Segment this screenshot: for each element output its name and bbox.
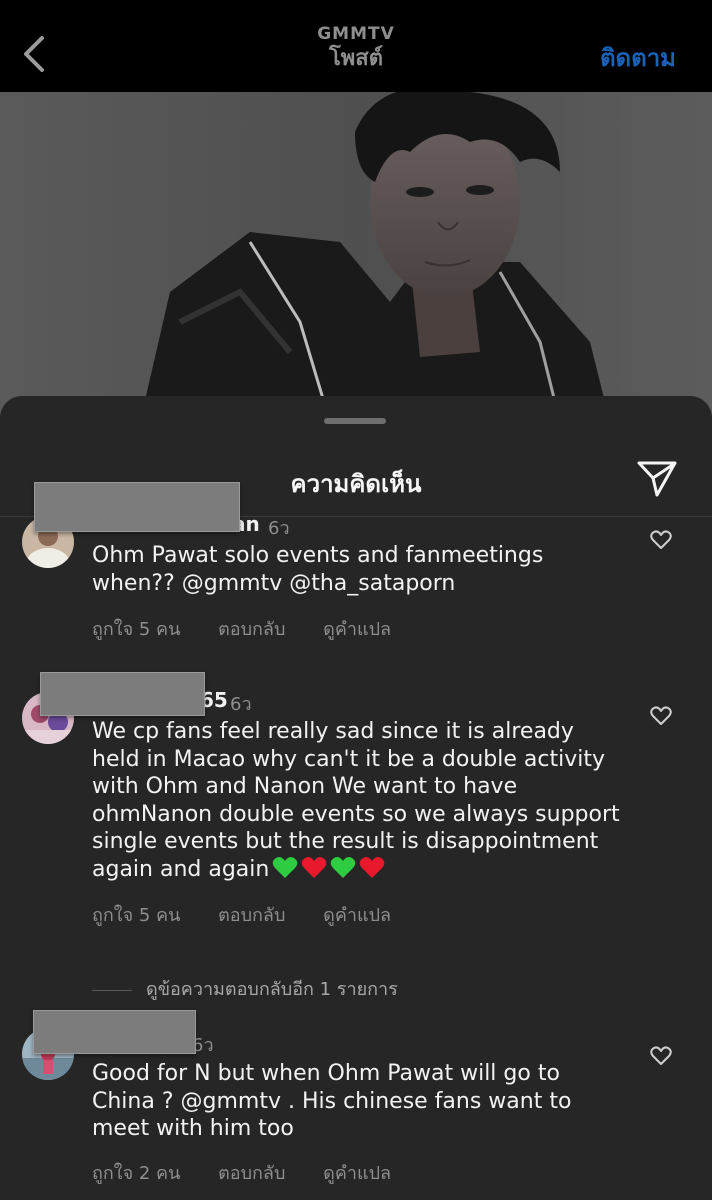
comment-text: Ohm Pawat solo events and fanmeetings wh… <box>92 543 544 596</box>
comment-actions: ถูกใจ 5 คน ตอบกลับ ดูคำแปล <box>92 900 423 929</box>
comment-time: 6ว <box>268 518 290 539</box>
reply-button[interactable]: ตอบกลับ <box>218 1163 285 1184</box>
top-bar: GMMTV โพสต์ ติดตาม <box>0 0 712 92</box>
translate-button[interactable]: ดูคำแปล <box>323 905 391 926</box>
redaction-box <box>33 1010 196 1054</box>
drag-handle[interactable] <box>324 418 386 424</box>
comment-time: 6ว <box>230 694 252 715</box>
comment-actions: ถูกใจ 2 คน ตอบกลับ ดูคำแปล <box>92 1158 423 1187</box>
like-heart-icon[interactable] <box>650 530 672 550</box>
comment-actions: ถูกใจ 5 คน ตอบกลับ ดูคำแปล <box>92 614 423 643</box>
redaction-box <box>40 672 205 716</box>
comments-sheet: ความคิดเห็น an 6ว Ohm Pawat solo events … <box>0 396 712 1200</box>
view-replies-label: ดูข้อความตอบกลับอีก 1 รายการ <box>146 979 398 1000</box>
like-heart-icon[interactable] <box>650 1046 672 1066</box>
likes-count[interactable]: ถูกใจ 5 คน <box>92 619 180 640</box>
reply-button[interactable]: ตอบกลับ <box>218 619 285 640</box>
translate-button[interactable]: ดูคำแปล <box>323 1163 391 1184</box>
post-photo <box>0 92 712 422</box>
follow-button[interactable]: ติดตาม <box>600 38 676 77</box>
likes-count[interactable]: ถูกใจ 2 คน <box>92 1163 180 1184</box>
comment-text: Good for N but when Ohm Pawat will go to… <box>92 1061 572 1141</box>
green-heart-icon <box>273 856 298 878</box>
reply-button[interactable]: ตอบกลับ <box>218 905 285 926</box>
post-photo-image <box>0 92 712 422</box>
likes-count[interactable]: ถูกใจ 5 คน <box>92 905 180 926</box>
red-heart-icon <box>302 856 327 878</box>
red-heart-icon <box>360 856 385 878</box>
replies-divider-line <box>92 989 132 991</box>
translate-button[interactable]: ดูคำแปล <box>323 619 391 640</box>
like-heart-icon[interactable] <box>650 706 672 726</box>
green-heart-icon <box>331 856 356 878</box>
view-more-replies[interactable]: ดูข้อความตอบกลับอีก 1 รายการ <box>92 974 398 1003</box>
comment-text: We cp fans feel really sad since it is a… <box>92 718 622 883</box>
share-send-icon[interactable] <box>636 458 678 498</box>
redaction-box <box>34 482 240 532</box>
comment-item: 65 6ว We cp fans feel really sad since i… <box>0 684 712 944</box>
